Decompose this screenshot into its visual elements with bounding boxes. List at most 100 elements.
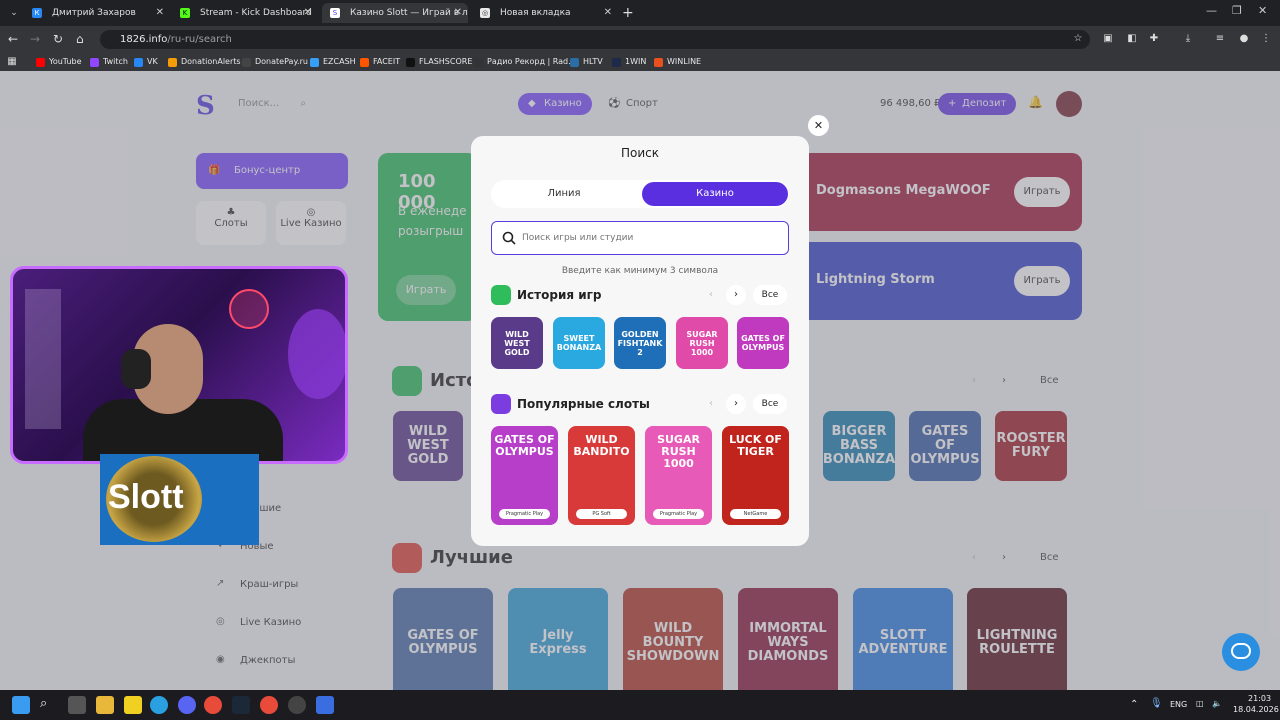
obs-icon[interactable] <box>288 696 306 714</box>
search-icon[interactable]: ⌕ <box>40 696 58 714</box>
history-game-tile[interactable]: SWEET BONANZA <box>553 317 605 369</box>
search-icon <box>502 231 516 245</box>
new-tab-button[interactable]: + <box>622 3 634 23</box>
home-icon[interactable]: ⌂ <box>76 32 84 46</box>
history-game-tile[interactable]: GATES OF OLYMPUS <box>737 317 789 369</box>
browser-tab-bar: ⌄ К Дмитрий Захаров ✕ K Stream - Kick Da… <box>0 0 1280 26</box>
next-icon[interactable]: › <box>726 394 746 414</box>
history-title: История игр <box>517 288 602 302</box>
tab-vk[interactable]: К Дмитрий Захаров ✕ <box>24 3 170 23</box>
headphones <box>121 349 151 389</box>
faceit-icon <box>360 58 369 67</box>
slott-brand-overlay: Slott <box>100 454 259 545</box>
minimize-button[interactable]: — <box>1206 4 1217 17</box>
bookmark-youtube[interactable]: YouTube <box>36 56 82 68</box>
vk-icon: К <box>32 8 42 18</box>
history-icon <box>491 285 511 305</box>
tray-chevron-icon[interactable]: ⌃ <box>1130 699 1138 710</box>
bookmark-1win[interactable]: 1WIN <box>612 56 646 68</box>
provider-badge: NetGame <box>730 509 781 519</box>
media-icon[interactable]: ≡ <box>1214 33 1226 45</box>
download-icon[interactable]: ⤓ <box>1182 33 1194 45</box>
close-tab-icon[interactable]: ✕ <box>604 3 612 23</box>
donatepay-icon <box>242 58 251 67</box>
back-icon[interactable]: ← <box>8 32 18 46</box>
bookmark-vk[interactable]: VK <box>134 56 158 68</box>
next-icon[interactable]: › <box>726 285 746 305</box>
apps-icon[interactable]: ▦ <box>6 56 18 68</box>
search-input[interactable] <box>522 229 777 247</box>
history-game-tile[interactable]: WILD WEST GOLD <box>491 317 543 369</box>
popular-all-button[interactable]: Все <box>753 394 787 414</box>
bookmark-flashscore[interactable]: FLASHSCORE <box>406 56 472 68</box>
bookmarks-bar: ▦ YouTube Twitch VK DonationAlerts Donat… <box>0 53 1280 71</box>
tab-casino[interactable]: Казино <box>642 182 788 206</box>
forward-icon[interactable]: → <box>30 32 40 46</box>
popular-game-tile[interactable]: WILD BANDITO PG Soft <box>568 426 635 525</box>
history-game-tile[interactable]: SUGAR RUSH 1000 <box>676 317 728 369</box>
bookmark-radio[interactable]: Радио Рекорд | Rad... <box>474 56 576 68</box>
bookmark-faceit[interactable]: FACEIT <box>360 56 400 68</box>
radio-icon <box>474 58 483 67</box>
volume-icon[interactable]: 🔈 <box>1212 699 1222 708</box>
support-chat-button[interactable] <box>1222 633 1260 671</box>
search-modal: Поиск Линия Казино Введите как минимум 3… <box>471 136 809 546</box>
close-tab-icon[interactable]: ✕ <box>156 3 164 23</box>
close-tab-icon[interactable]: ✕ <box>454 3 462 23</box>
telegram-icon[interactable] <box>150 696 168 714</box>
tab-slott[interactable]: S Казино Slott — Играй в лучш… ✕ <box>322 3 468 23</box>
tab-new[interactable]: ◎ Новая вкладка ✕ <box>472 3 618 23</box>
popular-game-tile[interactable]: SUGAR RUSH 1000 Pragmatic Play <box>645 426 712 525</box>
search-field[interactable] <box>491 221 789 255</box>
webcam-overlay <box>10 266 348 464</box>
provider-badge: Pragmatic Play <box>653 509 704 519</box>
bookmark-star-icon[interactable]: ☆ <box>1072 33 1084 45</box>
close-tab-icon[interactable]: ✕ <box>304 3 312 23</box>
windows-start-icon[interactable] <box>12 696 30 714</box>
winline-icon <box>654 58 663 67</box>
windows-taskbar: ⌕ ⌃ 🎙 ENG ◫ 🔈 21:03 18.04.2026 <box>0 690 1280 720</box>
file-explorer-icon[interactable] <box>96 696 114 714</box>
chrome-icon[interactable] <box>204 696 222 714</box>
network-icon[interactable]: ◫ <box>1196 699 1204 708</box>
tab-kick[interactable]: K Stream - Kick Dashboard ✕ <box>172 3 318 23</box>
microphone-icon[interactable]: 🎙 <box>1150 698 1163 709</box>
chat-icon <box>1231 643 1251 659</box>
close-window-button[interactable]: ✕ <box>1258 4 1267 17</box>
history-all-button[interactable]: Все <box>753 285 787 305</box>
modal-close-button[interactable]: ✕ <box>808 115 829 136</box>
extension-icon[interactable]: ◧ <box>1126 33 1138 45</box>
hltv-icon <box>570 58 579 67</box>
menu-icon[interactable]: ⋮ <box>1260 33 1272 45</box>
clock-time[interactable]: 21:03 <box>1248 694 1271 703</box>
bookmark-donatepay[interactable]: DonatePay.ru <box>242 56 308 68</box>
prev-icon[interactable]: ‹ <box>701 285 721 305</box>
app-icon[interactable] <box>316 696 334 714</box>
bookmark-ezcash[interactable]: EZCASH <box>310 56 356 68</box>
reload-icon[interactable]: ↻ <box>53 32 63 46</box>
tab-search-icon[interactable]: ⌄ <box>6 5 22 21</box>
prev-icon[interactable]: ‹ <box>701 394 721 414</box>
url-field[interactable]: 1826.info/ru-ru/search <box>100 30 1090 49</box>
search-mode-toggle: Линия Казино <box>491 180 789 208</box>
chrome-icon[interactable] <box>260 696 278 714</box>
discord-icon[interactable] <box>178 696 196 714</box>
app-icon[interactable] <box>124 696 142 714</box>
tab-line[interactable]: Линия <box>491 182 637 206</box>
puzzle-icon[interactable]: ✚ <box>1148 33 1160 45</box>
profile-icon[interactable]: ● <box>1238 33 1250 45</box>
steam-icon[interactable] <box>232 696 250 714</box>
clock-date[interactable]: 18.04.2026 <box>1233 705 1279 714</box>
task-view-icon[interactable] <box>68 696 86 714</box>
extension-icon[interactable]: ▣ <box>1102 33 1114 45</box>
history-game-tile[interactable]: GOLDEN FISHTANK 2 <box>614 317 666 369</box>
popular-game-tile[interactable]: GATES OF OLYMPUS Pragmatic Play <box>491 426 558 525</box>
bookmark-twitch[interactable]: Twitch <box>90 56 128 68</box>
bookmark-hltv[interactable]: HLTV <box>570 56 603 68</box>
kick-icon: K <box>180 8 190 18</box>
bookmark-winline[interactable]: WINLINE <box>654 56 701 68</box>
maximize-button[interactable]: ❐ <box>1232 4 1242 17</box>
bookmark-donationalerts[interactable]: DonationAlerts <box>168 56 241 68</box>
language-indicator[interactable]: ENG <box>1170 700 1187 709</box>
popular-game-tile[interactable]: LUCK OF TIGER NetGame <box>722 426 789 525</box>
